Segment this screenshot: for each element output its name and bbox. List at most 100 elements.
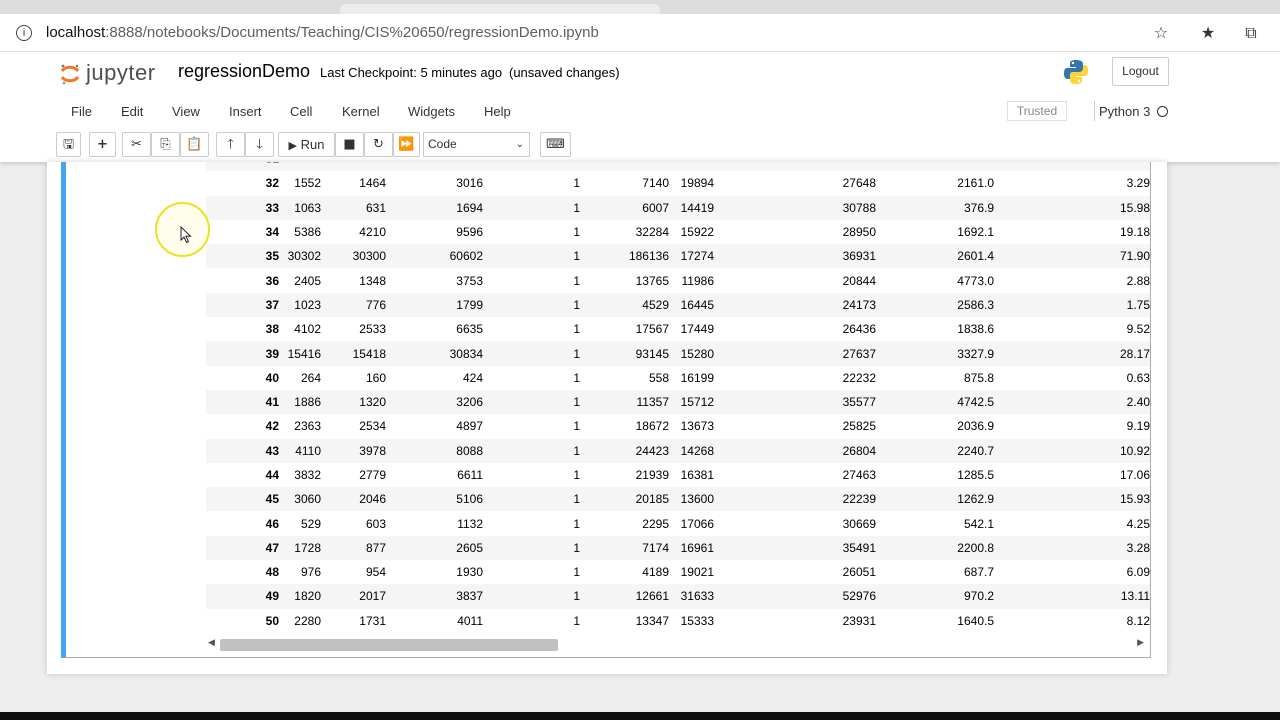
row-index: 50 — [206, 608, 279, 632]
table-row: 45 3060 2046 5106 1 20185 13600 22239 1262.9 15.9… — [206, 487, 1150, 512]
table-cell: 376.9 — [876, 195, 994, 220]
menu-view[interactable]: View — [172, 104, 200, 119]
table-cell: 4773.0 — [876, 268, 994, 293]
arrow-down-icon: 🡓 — [256, 137, 263, 152]
table-cell: 264 — [279, 365, 321, 390]
table-cell: 1 — [483, 511, 580, 536]
table-cell: 1552 — [279, 171, 321, 196]
table-cell: 22232 — [714, 365, 876, 390]
url-path: :8888/notebooks/Documents/Teaching/CIS%2… — [105, 24, 599, 41]
table-cell: 71.90 — [994, 244, 1150, 269]
table-cell: 17.06 — [994, 462, 1150, 488]
cell-type-select[interactable]: Code ⌄ — [423, 132, 530, 157]
table-cell: 2280 — [279, 608, 321, 632]
logout-button[interactable]: Logout — [1112, 57, 1169, 86]
table-row: 50 2280 1731 4011 1 13347 15333 23931 1640.5 8.12 — [206, 608, 1150, 632]
notebook-toolbar: 🖫 + ✂ ⎘ 📋 🡑 🡓 ▶ Run ■ ↻ ⏩ Code ⌄ ⌨ — [56, 132, 1176, 158]
menu-widgets[interactable]: Widgets — [408, 104, 455, 119]
table-cell — [483, 162, 580, 172]
copy-button[interactable]: ⎘ — [151, 132, 180, 157]
table-cell: 15712 — [669, 389, 714, 415]
collections-icon[interactable]: ⧉ — [1240, 22, 1262, 44]
table-cell: 1 — [483, 487, 580, 512]
table-cell: 15922 — [669, 219, 714, 245]
restart-button[interactable]: ↻ — [364, 132, 393, 157]
add-favorite-icon[interactable]: ☆ — [1150, 22, 1172, 44]
menu-cell[interactable]: Cell — [290, 104, 312, 119]
move-down-button[interactable]: 🡓 — [245, 132, 274, 157]
insert-cell-button[interactable]: + — [89, 132, 116, 157]
favorites-icon[interactable]: ★ — [1197, 22, 1219, 44]
scrollbar-thumb[interactable] — [220, 639, 558, 651]
cell-output-area[interactable]: 31321552146430161714019894276482161.03.2… — [206, 162, 1150, 632]
row-index: 47 — [206, 535, 279, 561]
paste-icon: 📋 — [186, 137, 203, 152]
table-cell: 31633 — [669, 584, 714, 609]
address-bar[interactable]: i localhost:8888/notebooks/Documents/Tea… — [0, 14, 1280, 52]
table-cell: 13347 — [580, 608, 669, 632]
cut-button[interactable]: ✂ — [122, 132, 151, 157]
menu-file[interactable]: File — [71, 104, 92, 119]
scroll-right-icon[interactable]: ▶ — [1137, 638, 1144, 648]
table-cell: 9596 — [386, 219, 483, 245]
table-cell: 3832 — [279, 462, 321, 488]
table-cell: 23931 — [714, 608, 876, 632]
interrupt-button[interactable]: ■ — [335, 132, 364, 157]
trusted-indicator[interactable]: Trusted — [1007, 101, 1067, 121]
table-cell: 1 — [483, 341, 580, 366]
notebook-name[interactable]: regressionDemo — [178, 61, 310, 82]
table-cell: 9.52 — [994, 317, 1150, 342]
table-cell: 27648 — [714, 171, 876, 196]
menu-kernel[interactable]: Kernel — [342, 104, 380, 119]
run-button[interactable]: ▶ Run — [278, 132, 335, 157]
url-text[interactable]: localhost:8888/notebooks/Documents/Teach… — [46, 24, 599, 41]
table-cell: 1 — [483, 244, 580, 269]
arrow-up-icon: 🡑 — [227, 137, 234, 152]
move-up-button[interactable]: 🡑 — [216, 132, 245, 157]
jupyter-logo[interactable]: jupyter — [58, 60, 188, 90]
restart-run-all-button[interactable]: ⏩ — [393, 132, 420, 157]
table-cell: 1 — [483, 195, 580, 220]
table-cell: 1 — [483, 219, 580, 245]
save-button[interactable]: 🖫 — [56, 132, 81, 157]
table-cell: 1731 — [321, 608, 386, 632]
row-index: 49 — [206, 584, 279, 609]
table-cell: 17066 — [669, 511, 714, 536]
browser-tab[interactable] — [340, 4, 660, 14]
table-cell: 542.1 — [876, 511, 994, 536]
table-cell: 19894 — [669, 171, 714, 196]
menu-help[interactable]: Help — [484, 104, 511, 119]
checkpoint-status: Last Checkpoint: 5 minutes ago — [320, 65, 503, 80]
table-cell: 2.88 — [994, 268, 1150, 293]
table-cell: 60602 — [386, 244, 483, 269]
table-cell: 30834 — [386, 341, 483, 366]
table-cell: 1 — [483, 414, 580, 439]
command-palette-button[interactable]: ⌨ — [540, 132, 571, 157]
table-cell: 36931 — [714, 244, 876, 269]
table-cell: 2017 — [321, 584, 386, 609]
row-index: 39 — [206, 341, 279, 366]
table-cell: 970.2 — [876, 584, 994, 609]
horizontal-scrollbar[interactable]: ◀ ▶ — [206, 636, 1150, 654]
table-row: 47 1728 877 2605 1 7174 16961 35491 2200.8 3.28 — [206, 535, 1150, 561]
table-cell: 13.11 — [994, 584, 1150, 609]
selected-code-cell[interactable]: 31321552146430161714019894276482161.03.2… — [61, 162, 1151, 658]
fast-forward-icon: ⏩ — [398, 137, 415, 152]
menu-insert[interactable]: Insert — [229, 104, 262, 119]
table-cell: 2533 — [321, 317, 386, 342]
table-cell: 22239 — [714, 487, 876, 512]
table-cell: 2240.7 — [876, 438, 994, 463]
scroll-left-icon[interactable]: ◀ — [208, 638, 215, 648]
table-cell: 11986 — [669, 268, 714, 293]
table-cell: 27463 — [714, 462, 876, 488]
table-cell: 1694 — [386, 195, 483, 220]
table-cell: 17567 — [580, 317, 669, 342]
table-row: 32 1552 1464 3016 1 7140 19894 27648 2161.0 3.29 — [206, 171, 1150, 196]
paste-button[interactable]: 📋 — [180, 132, 209, 157]
table-cell: 1 — [483, 560, 580, 585]
info-icon[interactable]: i — [16, 25, 32, 41]
menu-edit[interactable]: Edit — [121, 104, 143, 119]
table-cell: 954 — [321, 560, 386, 585]
table-cell: 1348 — [321, 268, 386, 293]
row-index: 31 — [206, 162, 279, 172]
